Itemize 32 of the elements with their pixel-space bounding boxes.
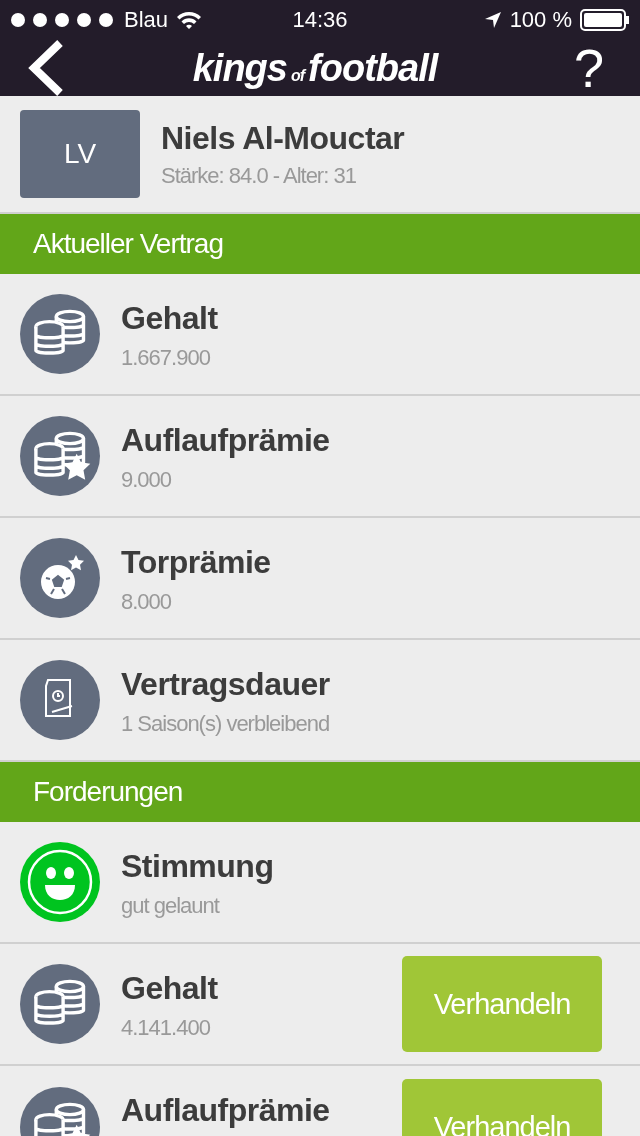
app-logo: kings offootball (192, 46, 438, 90)
player-name: Niels Al-Mouctar (161, 119, 405, 157)
row-value: 9.000 (121, 467, 173, 493)
document-clock-icon (20, 660, 100, 740)
row-value: 1 Saison(s) verbleibend (121, 711, 331, 737)
row-title: Auflaufprämie (121, 1092, 331, 1129)
location-arrow-icon (483, 11, 502, 29)
row-title: Stimmung (121, 848, 275, 885)
section-header: Aktueller Vertrag (0, 214, 640, 274)
battery-icon (580, 9, 630, 31)
battery-percent: 100 % (509, 7, 572, 33)
row-value: 1.667.900 (121, 345, 211, 371)
row-title: Auflaufprämie (121, 422, 331, 459)
carrier-name: Blau (124, 7, 169, 33)
row-title: Vertragsdauer (121, 666, 331, 703)
section-header: Forderungen (0, 762, 640, 822)
player-details: Stärke: 84.0 - Alter: 31 (161, 162, 357, 189)
row-title: Gehalt (121, 970, 219, 1007)
wifi-icon (176, 10, 203, 30)
row-title: Torprämie (121, 544, 272, 581)
position-badge: LV (20, 110, 140, 198)
coins-icon (20, 964, 100, 1044)
row-value: 4.141.400 (121, 1015, 211, 1041)
row-value: gut gelaunt (121, 893, 221, 919)
row-title: Gehalt (121, 300, 219, 337)
negotiate-button[interactable]: Verhandeln (402, 956, 602, 1052)
row-value: 8.000 (121, 589, 173, 615)
clock-time: 14:36 (292, 7, 348, 32)
signal-icon (10, 12, 116, 28)
negotiate-button[interactable]: Verhandeln (402, 1079, 602, 1136)
coins-icon (20, 294, 100, 374)
help-button[interactable]: ? (563, 41, 614, 95)
